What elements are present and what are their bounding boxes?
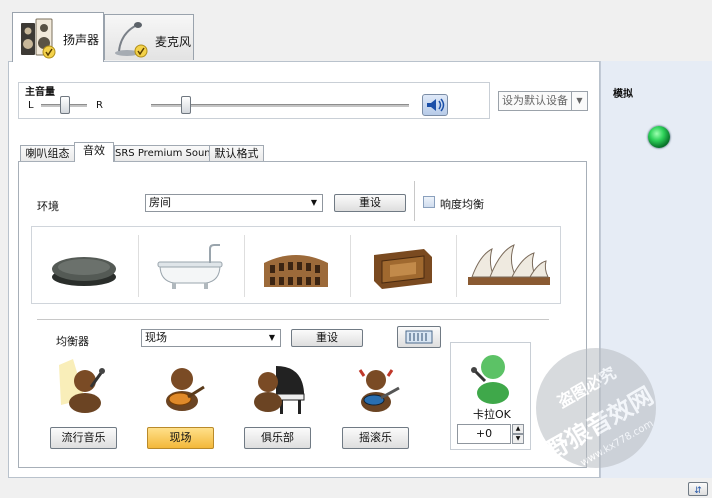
divider — [138, 235, 139, 297]
equalizer-label: 均衡器 — [56, 335, 89, 348]
tab-speakers-label: 扬声器 — [63, 33, 100, 47]
preset-live-button[interactable]: 现场 — [147, 427, 214, 449]
karaoke-group: 卡拉OK +0 ▲ ▼ — [450, 342, 531, 450]
volume-group: 主音量 L R — [18, 82, 490, 119]
preset-pop-button[interactable]: 流行音乐 — [50, 427, 117, 449]
loudness-checkbox[interactable] — [423, 196, 435, 208]
preset-rock-button[interactable]: 摇滚乐 — [342, 427, 409, 449]
balance-right-label: R — [96, 100, 103, 111]
preset-live-label: 现场 — [169, 431, 192, 444]
tab-default-format[interactable]: 默认格式 — [209, 145, 264, 162]
graphic-eq-icon — [405, 330, 433, 344]
guitarist-icon — [166, 368, 205, 411]
preset-pop-label: 流行音乐 — [61, 431, 106, 444]
tab-sound-effects[interactable]: 音效 — [74, 142, 114, 162]
environment-preset-stone[interactable] — [34, 235, 134, 297]
divider — [414, 181, 415, 221]
colosseum-icon — [264, 255, 328, 287]
equalizer-select[interactable]: 现场 ▼ — [141, 329, 281, 347]
equalizer-reset-label: 重设 — [316, 331, 338, 344]
speaker-icon — [21, 18, 56, 59]
tab-default-format-label: 默认格式 — [214, 147, 259, 160]
rock-guitarist-icon — [358, 369, 400, 412]
graphic-eq-button[interactable] — [397, 326, 441, 348]
balance-left-label: L — [28, 100, 34, 111]
tab-srs-label: SRS Premium Sound — [115, 148, 217, 159]
pianist-icon — [254, 366, 305, 414]
chevron-down-icon: ▼ — [571, 92, 587, 110]
chevron-down-icon: ▼ — [268, 333, 276, 342]
tab-speaker-config[interactable]: 喇叭组态 — [20, 145, 75, 162]
environment-preset-colosseum[interactable] — [246, 235, 346, 297]
divider — [350, 235, 351, 297]
divider — [456, 235, 457, 297]
preset-club-button[interactable]: 俱乐部 — [244, 427, 311, 449]
side-panel: 模拟 — [600, 61, 712, 478]
loudness-label: 响度均衡 — [440, 198, 484, 211]
environment-reset-label: 重设 — [359, 196, 381, 209]
singer-icon — [59, 359, 105, 413]
mute-button[interactable] — [422, 94, 448, 116]
equalizer-reset-button[interactable]: 重设 — [291, 329, 363, 347]
default-device-label: 设为默认设备 — [502, 94, 568, 107]
divider — [244, 235, 245, 297]
environment-select-value: 房间 — [149, 196, 171, 209]
environment-preset-bathroom[interactable] — [140, 235, 240, 297]
stone-disc-icon — [52, 257, 116, 286]
microphone-icon — [115, 22, 148, 58]
preset-club-label: 俱乐部 — [261, 431, 294, 444]
speaker-volume-icon — [427, 98, 445, 112]
arrows-icon: ⇵ — [694, 486, 702, 496]
karaoke-value-field[interactable]: +0 — [457, 424, 511, 444]
volume-title: 主音量 — [25, 87, 55, 98]
chevron-down-icon: ▼ — [310, 198, 318, 207]
environment-select[interactable]: 房间 ▼ — [145, 194, 323, 212]
equalizer-select-value: 现场 — [145, 331, 167, 344]
dolby-button[interactable]: ⇵ — [688, 482, 708, 496]
environment-preset-opera[interactable] — [458, 235, 558, 297]
side-panel-title: 模拟 — [613, 89, 633, 100]
karaoke-singer-icon — [471, 355, 509, 404]
analog-status-indicator — [648, 126, 670, 148]
karaoke-stepper-down[interactable]: ▼ — [512, 434, 524, 444]
balance-slider[interactable] — [60, 96, 70, 114]
bathtub-icon — [157, 244, 223, 289]
tab-speakers[interactable]: 扬声器 — [12, 12, 104, 62]
karaoke-stepper-up[interactable]: ▲ — [512, 424, 524, 434]
karaoke-label: 卡拉OK — [473, 408, 511, 421]
tab-microphone-label: 麦克风 — [155, 35, 192, 49]
opera-house-icon — [468, 244, 550, 285]
environment-preset-box[interactable] — [352, 235, 452, 297]
wooden-box-icon — [374, 249, 432, 289]
tab-microphone[interactable]: 麦克风 — [104, 14, 194, 60]
tab-sound-effects-label: 音效 — [83, 144, 105, 157]
default-device-dropdown[interactable]: 设为默认设备 ▼ — [498, 91, 588, 111]
environment-presets — [31, 226, 561, 304]
environment-label: 环境 — [37, 200, 59, 213]
environment-reset-button[interactable]: 重设 — [334, 194, 406, 212]
divider — [37, 319, 549, 320]
tab-srs-premium-sound[interactable]: SRS Premium Sound — [114, 145, 217, 162]
preset-rock-label: 摇滚乐 — [359, 431, 392, 444]
tab-speaker-config-label: 喇叭组态 — [25, 147, 70, 160]
volume-slider[interactable] — [181, 96, 191, 114]
karaoke-value: +0 — [475, 427, 493, 440]
